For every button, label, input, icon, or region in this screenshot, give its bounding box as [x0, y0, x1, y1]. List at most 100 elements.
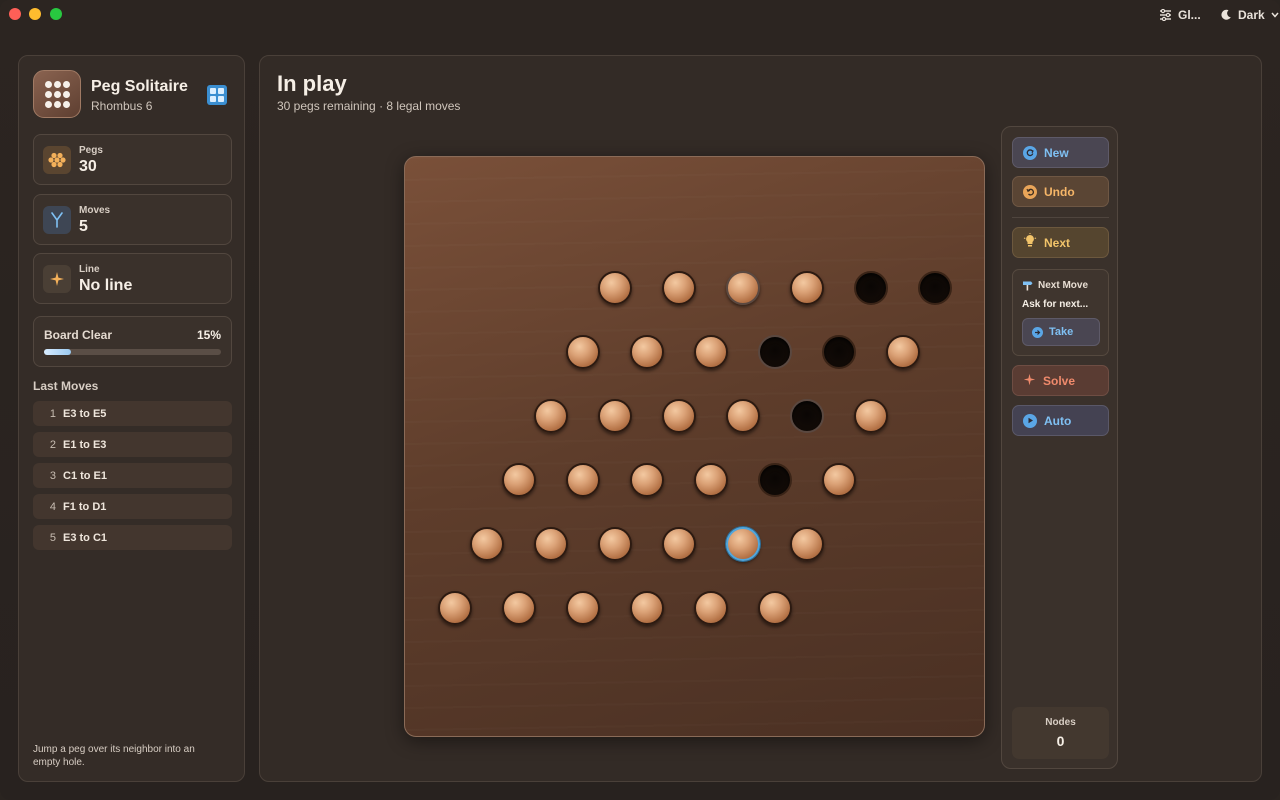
layout-grid-button[interactable] [207, 85, 227, 105]
move-history-item[interactable]: 2 E1 to E3 [33, 432, 232, 457]
pegs-cluster-icon [43, 146, 71, 174]
controls-panel: New Undo Next Next Move Ask for next... … [1001, 126, 1118, 769]
move-history-item[interactable]: 5 E3 to C1 [33, 525, 232, 550]
nodes-counter: Nodes 0 [1012, 707, 1109, 759]
undo-icon [1023, 184, 1037, 199]
board-clear-label: Board Clear [44, 328, 113, 342]
theme-menu-label: Dark [1238, 8, 1265, 22]
board-variant-label: Rhombus 6 [91, 99, 153, 113]
progress-track [44, 349, 221, 355]
board-peg[interactable] [534, 527, 568, 561]
board-peg[interactable] [502, 591, 536, 625]
board-hole[interactable] [854, 271, 888, 305]
close-window-button[interactable] [9, 8, 21, 20]
moves-label: Moves [79, 205, 111, 216]
take-move-button[interactable]: Take [1022, 318, 1100, 346]
minimize-window-button[interactable] [29, 8, 41, 20]
board-peg[interactable] [630, 591, 664, 625]
move-number: 3 [49, 469, 56, 482]
board-peg[interactable] [726, 527, 760, 561]
sparkle-icon [43, 265, 71, 293]
board-hole[interactable] [758, 335, 792, 369]
board-peg[interactable] [566, 463, 600, 497]
solve-button[interactable]: Solve [1012, 365, 1109, 396]
controls-divider [1012, 217, 1109, 218]
board-hole[interactable] [758, 463, 792, 497]
auto-play-label: Auto [1044, 413, 1072, 428]
auto-play-button[interactable]: Auto [1012, 405, 1109, 436]
refresh-icon [1023, 145, 1037, 160]
board-peg[interactable] [694, 591, 728, 625]
move-text: E3 to E5 [63, 407, 107, 420]
board-peg[interactable] [726, 399, 760, 433]
lightbulb-icon [1023, 233, 1037, 252]
move-history-item[interactable]: 4 F1 to D1 [33, 494, 232, 519]
new-game-button[interactable]: New [1012, 137, 1109, 168]
board-peg[interactable] [886, 335, 920, 369]
new-game-label: New [1044, 145, 1069, 160]
variant-menu-label: Gl... [1178, 8, 1201, 22]
board-peg[interactable] [694, 463, 728, 497]
board-peg[interactable] [662, 271, 696, 305]
maximize-window-button[interactable] [50, 8, 62, 20]
move-number: 4 [49, 500, 56, 513]
moon-icon [1221, 9, 1231, 20]
board-peg[interactable] [822, 463, 856, 497]
board-peg[interactable] [598, 271, 632, 305]
variant-menu-button[interactable]: Gl... [1153, 4, 1207, 26]
board-peg[interactable] [790, 527, 824, 561]
game-status-subtitle: 30 pegs remaining · 8 legal moves [277, 99, 461, 113]
sparkle-icon [1023, 373, 1036, 389]
next-move-title: Next Move [1038, 280, 1089, 291]
board-peg[interactable] [694, 335, 728, 369]
board-peg[interactable] [662, 527, 696, 561]
board-peg[interactable] [438, 591, 472, 625]
next-hint-button[interactable]: Next [1012, 227, 1109, 258]
app-window: Gl... Dark Peg Solitaire Rhombus 6 Pegs … [0, 0, 1280, 800]
next-move-panel: Next Move Ask for next... Take [1012, 269, 1109, 356]
sliders-icon [1160, 9, 1171, 21]
board-peg[interactable] [566, 335, 600, 369]
next-move-text: Ask for next... [1022, 299, 1089, 310]
pegs-label: Pegs [79, 145, 103, 156]
last-moves-list: 1 E3 to E5 2 E1 to E3 3 C1 to E1 4 F1 to D1 5 E3 … [33, 401, 232, 556]
move-text: F1 to D1 [63, 500, 107, 513]
move-history-item[interactable]: 1 E3 to E5 [33, 401, 232, 426]
board-peg[interactable] [534, 399, 568, 433]
game-board [404, 156, 985, 737]
board-peg[interactable] [758, 591, 792, 625]
board-peg[interactable] [726, 271, 760, 305]
board-peg[interactable] [502, 463, 536, 497]
board-hole[interactable] [790, 399, 824, 433]
board-peg[interactable] [470, 527, 504, 561]
move-history-item[interactable]: 3 C1 to E1 [33, 463, 232, 488]
move-number: 2 [49, 438, 56, 451]
board-peg[interactable] [630, 463, 664, 497]
board-hole[interactable] [822, 335, 856, 369]
move-text: E1 to E3 [63, 438, 107, 451]
board-peg[interactable] [566, 591, 600, 625]
last-moves-heading: Last Moves [33, 379, 99, 393]
sidebar: Peg Solitaire Rhombus 6 Pegs 30 Moves 5 … [18, 55, 245, 782]
branch-icon [43, 206, 71, 234]
move-text: E3 to C1 [63, 531, 108, 544]
game-status-title: In play [277, 71, 347, 96]
signpost-icon [1023, 281, 1033, 291]
play-icon [1023, 413, 1037, 428]
pegs-value: 30 [79, 158, 97, 175]
board-peg[interactable] [790, 271, 824, 305]
app-logo-icon [33, 70, 81, 118]
undo-button[interactable]: Undo [1012, 176, 1109, 207]
arrow-right-icon [1032, 326, 1043, 338]
board-peg[interactable] [854, 399, 888, 433]
undo-label: Undo [1044, 184, 1075, 199]
theme-menu-button[interactable]: Dark [1214, 4, 1280, 26]
board-peg[interactable] [598, 527, 632, 561]
move-text: C1 to E1 [63, 469, 108, 482]
board-peg[interactable] [630, 335, 664, 369]
board-peg[interactable] [662, 399, 696, 433]
board-peg[interactable] [598, 399, 632, 433]
board-hole[interactable] [918, 271, 952, 305]
line-stat-card: Line No line [33, 253, 232, 304]
hint-text: Jump a peg over its neighbor into an emp… [33, 744, 195, 768]
